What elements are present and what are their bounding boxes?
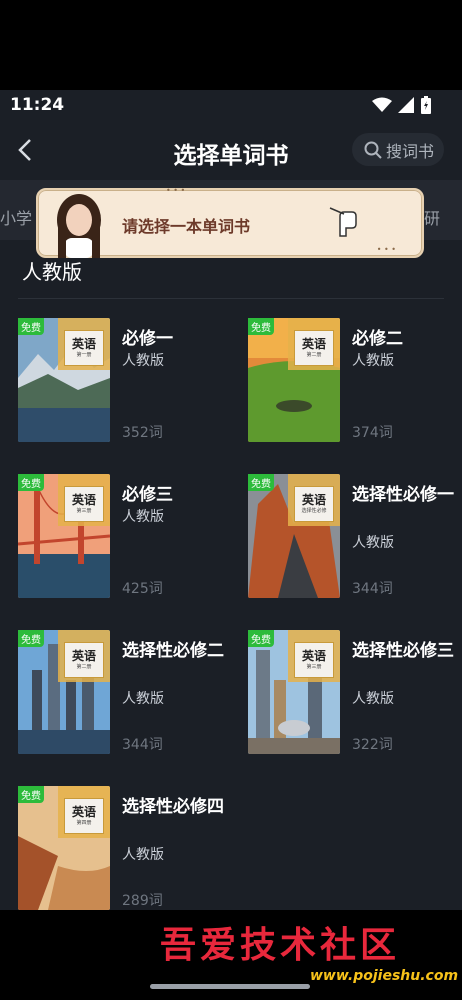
free-badge: 免费 xyxy=(248,630,274,647)
wifi-icon xyxy=(372,97,392,112)
book-card[interactable]: 英语 第三册 免费 必修三 人教版 425词 xyxy=(18,474,232,604)
book-word-count: 352词 xyxy=(122,425,163,441)
free-badge: 免费 xyxy=(18,630,44,647)
book-name: 选择性必修四 xyxy=(122,797,224,817)
cover-logo-text: 英语 xyxy=(301,337,326,351)
cover-logo-text: 英语 xyxy=(71,493,96,507)
cover-sub-text: 第二册 xyxy=(76,664,92,670)
section-title: 人教版 xyxy=(22,260,82,284)
watermark: 吾爱技术社区 xyxy=(160,925,401,966)
book-name: 必修一 xyxy=(122,329,173,349)
book-version: 人教版 xyxy=(122,847,164,863)
free-badge: 免费 xyxy=(18,474,44,491)
book-cover: 英语 第四册 xyxy=(18,786,110,910)
book-card[interactable]: 英语 第三册 免费 选择性必修三 人教版 322词 xyxy=(248,630,462,760)
book-name: 选择性必修三 xyxy=(352,641,454,661)
cover-logo-text: 英语 xyxy=(301,493,326,507)
cover-sub-text: 选择性必修 xyxy=(301,508,327,514)
book-name: 必修三 xyxy=(122,485,173,505)
cover-logo: 英语 选择性必修 xyxy=(294,486,334,522)
book-card[interactable]: 英语 第一册 免费 必修一 人教版 352词 xyxy=(18,318,232,448)
cover-logo-text: 英语 xyxy=(71,649,96,663)
banner-message: 请选择一本单词书 xyxy=(122,217,251,236)
book-cover: 英语 选择性必修 xyxy=(248,474,340,598)
tab-graduate[interactable]: 研 xyxy=(424,205,440,229)
book-word-count: 374词 xyxy=(352,425,393,441)
book-cover: 英语 第二册 xyxy=(248,318,340,442)
status-bar: 11:24 xyxy=(0,90,462,120)
book-name: 选择性必修一 xyxy=(352,485,454,505)
book-version: 人教版 xyxy=(352,353,394,369)
book-word-count: 289词 xyxy=(122,893,163,909)
cover-sub-text: 第四册 xyxy=(76,820,92,826)
search-icon xyxy=(364,141,382,159)
book-card[interactable]: 英语 第二册 免费 选择性必修二 人教版 344词 xyxy=(18,630,232,760)
book-name: 选择性必修二 xyxy=(122,641,224,661)
book-version: 人教版 xyxy=(122,691,164,707)
banner-decor: • • • xyxy=(166,186,186,195)
book-word-count: 425词 xyxy=(122,581,163,597)
cover-sub-text: 第一册 xyxy=(76,352,92,358)
cover-logo: 英语 第一册 xyxy=(64,330,104,366)
book-cover: 英语 第一册 xyxy=(18,318,110,442)
book-word-count: 344词 xyxy=(122,737,163,753)
banner-decor-bottom: • • • xyxy=(376,245,396,254)
book-version: 人教版 xyxy=(352,535,394,551)
guide-banner: • • • 请选择一本单词书 • • • xyxy=(36,186,424,258)
search-label: 搜词书 xyxy=(386,141,435,161)
cover-sub-text: 第三册 xyxy=(306,664,322,670)
book-word-count: 344词 xyxy=(352,581,393,597)
book-card[interactable]: 英语 第二册 免费 必修二 人教版 374词 xyxy=(248,318,462,448)
pointing-hand-icon xyxy=(329,207,357,237)
search-button[interactable]: 搜词书 xyxy=(352,133,444,166)
cover-logo: 英语 第三册 xyxy=(64,486,104,522)
battery-icon xyxy=(421,96,431,114)
cover-logo: 英语 第二册 xyxy=(294,330,334,366)
bottom-area: 吾爱技术社区 www.pojieshu.com xyxy=(0,910,462,1000)
status-icons xyxy=(372,96,432,114)
cover-logo-text: 英语 xyxy=(71,805,96,819)
book-version: 人教版 xyxy=(352,691,394,707)
book-cover: 英语 第三册 xyxy=(248,630,340,754)
book-version: 人教版 xyxy=(122,509,164,525)
book-cover: 英语 第二册 xyxy=(18,630,110,754)
book-cover: 英语 第三册 xyxy=(18,474,110,598)
status-time: 11:24 xyxy=(10,95,65,115)
free-badge: 免费 xyxy=(248,474,274,491)
free-badge: 免费 xyxy=(18,318,44,335)
book-name: 必修二 xyxy=(352,329,403,349)
tab-primary[interactable]: 小学 xyxy=(0,205,32,229)
guide-avatar xyxy=(57,194,101,258)
home-indicator[interactable] xyxy=(150,984,310,989)
free-badge: 免费 xyxy=(18,786,44,803)
signal-icon xyxy=(398,97,414,113)
cover-logo: 英语 第二册 xyxy=(64,642,104,678)
cover-logo-text: 英语 xyxy=(71,337,96,351)
book-version: 人教版 xyxy=(122,353,164,369)
book-word-count: 322词 xyxy=(352,737,393,753)
cover-logo: 英语 第四册 xyxy=(64,798,104,834)
cover-sub-text: 第二册 xyxy=(306,352,322,358)
cover-sub-text: 第三册 xyxy=(76,508,92,514)
book-card[interactable]: 英语 第四册 免费 选择性必修四 人教版 289词 xyxy=(18,786,232,910)
cover-logo: 英语 第三册 xyxy=(294,642,334,678)
top-bar: 选择单词书 搜词书 xyxy=(0,120,462,180)
watermark-url: www.pojieshu.com xyxy=(310,968,459,984)
section-divider xyxy=(18,298,444,299)
cover-logo-text: 英语 xyxy=(301,649,326,663)
free-badge: 免费 xyxy=(248,318,274,335)
book-card[interactable]: 英语 选择性必修 免费 选择性必修一 人教版 344词 xyxy=(248,474,462,604)
app-screen: 选择单词书 搜词书 小学 研 • • • 请选择一本单词书 • • • 人教版 xyxy=(0,120,462,910)
